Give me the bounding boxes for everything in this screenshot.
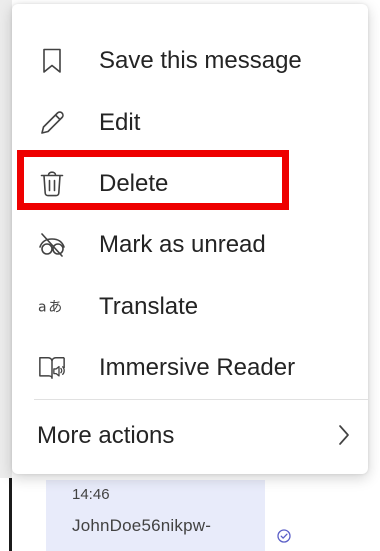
menu-item-mark-unread[interactable]: Mark as unread (12, 216, 368, 274)
message-sender: JohnDoe56nikpw- (72, 516, 212, 535)
menu-item-label: Edit (99, 109, 141, 136)
menu-item-translate[interactable]: a あ Translate (12, 278, 368, 336)
background-chat-area (0, 0, 12, 551)
menu-item-label: Delete (99, 170, 169, 197)
menu-item-label: Immersive Reader (99, 354, 296, 381)
immersive-reader-icon (38, 354, 66, 382)
translate-icon: a あ (38, 293, 66, 321)
menu-item-save-message[interactable]: Save this message (12, 32, 368, 90)
menu-item-label: More actions (37, 422, 175, 449)
chevron-right-icon (339, 425, 349, 445)
menu-item-label: Save this message (99, 47, 302, 74)
read-receipt-icon (277, 529, 291, 543)
mark-unread-icon (38, 231, 66, 259)
menu-item-label: Translate (99, 293, 199, 320)
message-context-menu: Save this message Edit Delete Mark as un… (12, 4, 368, 474)
menu-item-delete[interactable]: Delete (12, 155, 368, 213)
trash-icon (38, 170, 66, 198)
menu-divider (34, 399, 368, 400)
svg-text:あ: あ (48, 300, 62, 316)
svg-text:a: a (38, 300, 47, 316)
chat-left-border (9, 478, 12, 551)
menu-item-edit[interactable]: Edit (12, 94, 368, 152)
message-time: 14:46 (72, 486, 110, 503)
menu-item-immersive-reader[interactable]: Immersive Reader (12, 339, 368, 397)
pencil-icon (38, 109, 66, 137)
menu-item-label: Mark as unread (99, 231, 266, 258)
menu-item-more-actions[interactable]: More actions (12, 404, 368, 466)
bookmark-icon (38, 47, 66, 75)
